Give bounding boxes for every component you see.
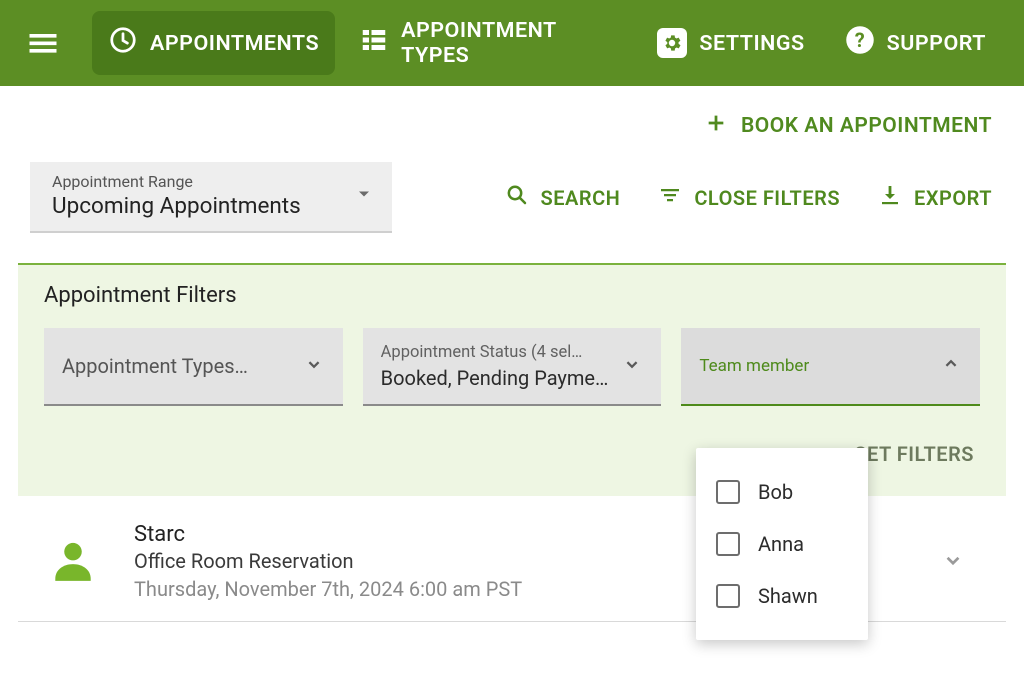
appointment-range-select[interactable]: Appointment Range Upcoming Appointments	[30, 162, 392, 233]
range-value: Upcoming Appointments	[52, 193, 301, 219]
search-button[interactable]: SEARCH	[505, 183, 621, 212]
checkbox-icon[interactable]	[716, 584, 740, 608]
search-icon	[505, 183, 529, 212]
book-appointment-button[interactable]: BOOK AN APPOINTMENT	[705, 112, 992, 140]
nav-support[interactable]: ? SUPPORT	[829, 11, 1002, 75]
chevron-down-icon	[621, 353, 643, 379]
filter-team-label: Team member	[699, 356, 809, 376]
team-option-label: Shawn	[758, 584, 818, 608]
nav-appointment-types[interactable]: APPOINTMENT TYPES	[343, 4, 633, 82]
checkbox-icon[interactable]	[716, 532, 740, 556]
person-icon	[48, 535, 98, 589]
search-label: SEARCH	[541, 186, 621, 210]
checkbox-icon[interactable]	[716, 480, 740, 504]
chevron-up-icon	[940, 353, 962, 379]
list-icon	[359, 25, 389, 61]
plus-icon	[705, 112, 727, 140]
book-label: BOOK AN APPOINTMENT	[741, 114, 992, 138]
nav-label: SETTINGS	[699, 31, 804, 56]
filter-status-label: Appointment Status (4 sel…	[381, 343, 609, 362]
team-option-shawn[interactable]: Shawn	[696, 570, 868, 622]
clock-icon	[108, 25, 138, 61]
chevron-down-icon	[303, 353, 325, 379]
filter-types-label: Appointment Types…	[62, 354, 248, 378]
team-option-label: Anna	[758, 532, 804, 556]
nav-label: APPOINTMENTS	[150, 31, 319, 56]
menu-icon[interactable]	[22, 21, 64, 65]
export-label: EXPORT	[914, 186, 992, 210]
nav-label: APPOINTMENT TYPES	[401, 18, 617, 68]
nav-settings[interactable]: SETTINGS	[641, 14, 820, 72]
team-option-anna[interactable]: Anna	[696, 518, 868, 570]
nav-label: SUPPORT	[887, 31, 986, 56]
close-filters-label: CLOSE FILTERS	[694, 186, 840, 210]
nav-appointments[interactable]: APPOINTMENTS	[92, 11, 335, 75]
filter-title: Appointment Filters	[44, 283, 980, 308]
appointment-list: Starc Office Room Reservation Thursday, …	[0, 496, 1024, 622]
team-member-dropdown: Bob Anna Shawn	[696, 448, 868, 640]
actions-group: SEARCH CLOSE FILTERS EXPORT	[505, 183, 992, 212]
filter-icon	[658, 183, 682, 212]
controls-row: Appointment Range Upcoming Appointments …	[0, 140, 1024, 245]
chevron-down-icon	[354, 184, 374, 208]
filter-status-value: Booked, Pending Payme…	[381, 366, 609, 390]
book-row: BOOK AN APPOINTMENT	[0, 86, 1024, 140]
filter-team-member[interactable]: Team member	[681, 328, 980, 406]
team-option-label: Bob	[758, 480, 793, 504]
svg-text:?: ?	[854, 28, 865, 52]
range-label: Appointment Range	[52, 172, 301, 191]
export-button[interactable]: EXPORT	[878, 183, 992, 212]
filter-appointment-types[interactable]: Appointment Types…	[44, 328, 343, 406]
close-filters-button[interactable]: CLOSE FILTERS	[658, 183, 840, 212]
filter-appointment-status[interactable]: Appointment Status (4 sel… Booked, Pendi…	[363, 328, 662, 406]
top-nav: APPOINTMENTS APPOINTMENT TYPES SETTINGS …	[0, 0, 1024, 86]
team-option-bob[interactable]: Bob	[696, 466, 868, 518]
chevron-down-icon[interactable]	[940, 547, 966, 577]
download-icon	[878, 183, 902, 212]
reset-filters-button[interactable]: SET FILTERS	[854, 442, 974, 466]
help-icon: ?	[845, 25, 875, 61]
gear-icon	[657, 28, 687, 58]
